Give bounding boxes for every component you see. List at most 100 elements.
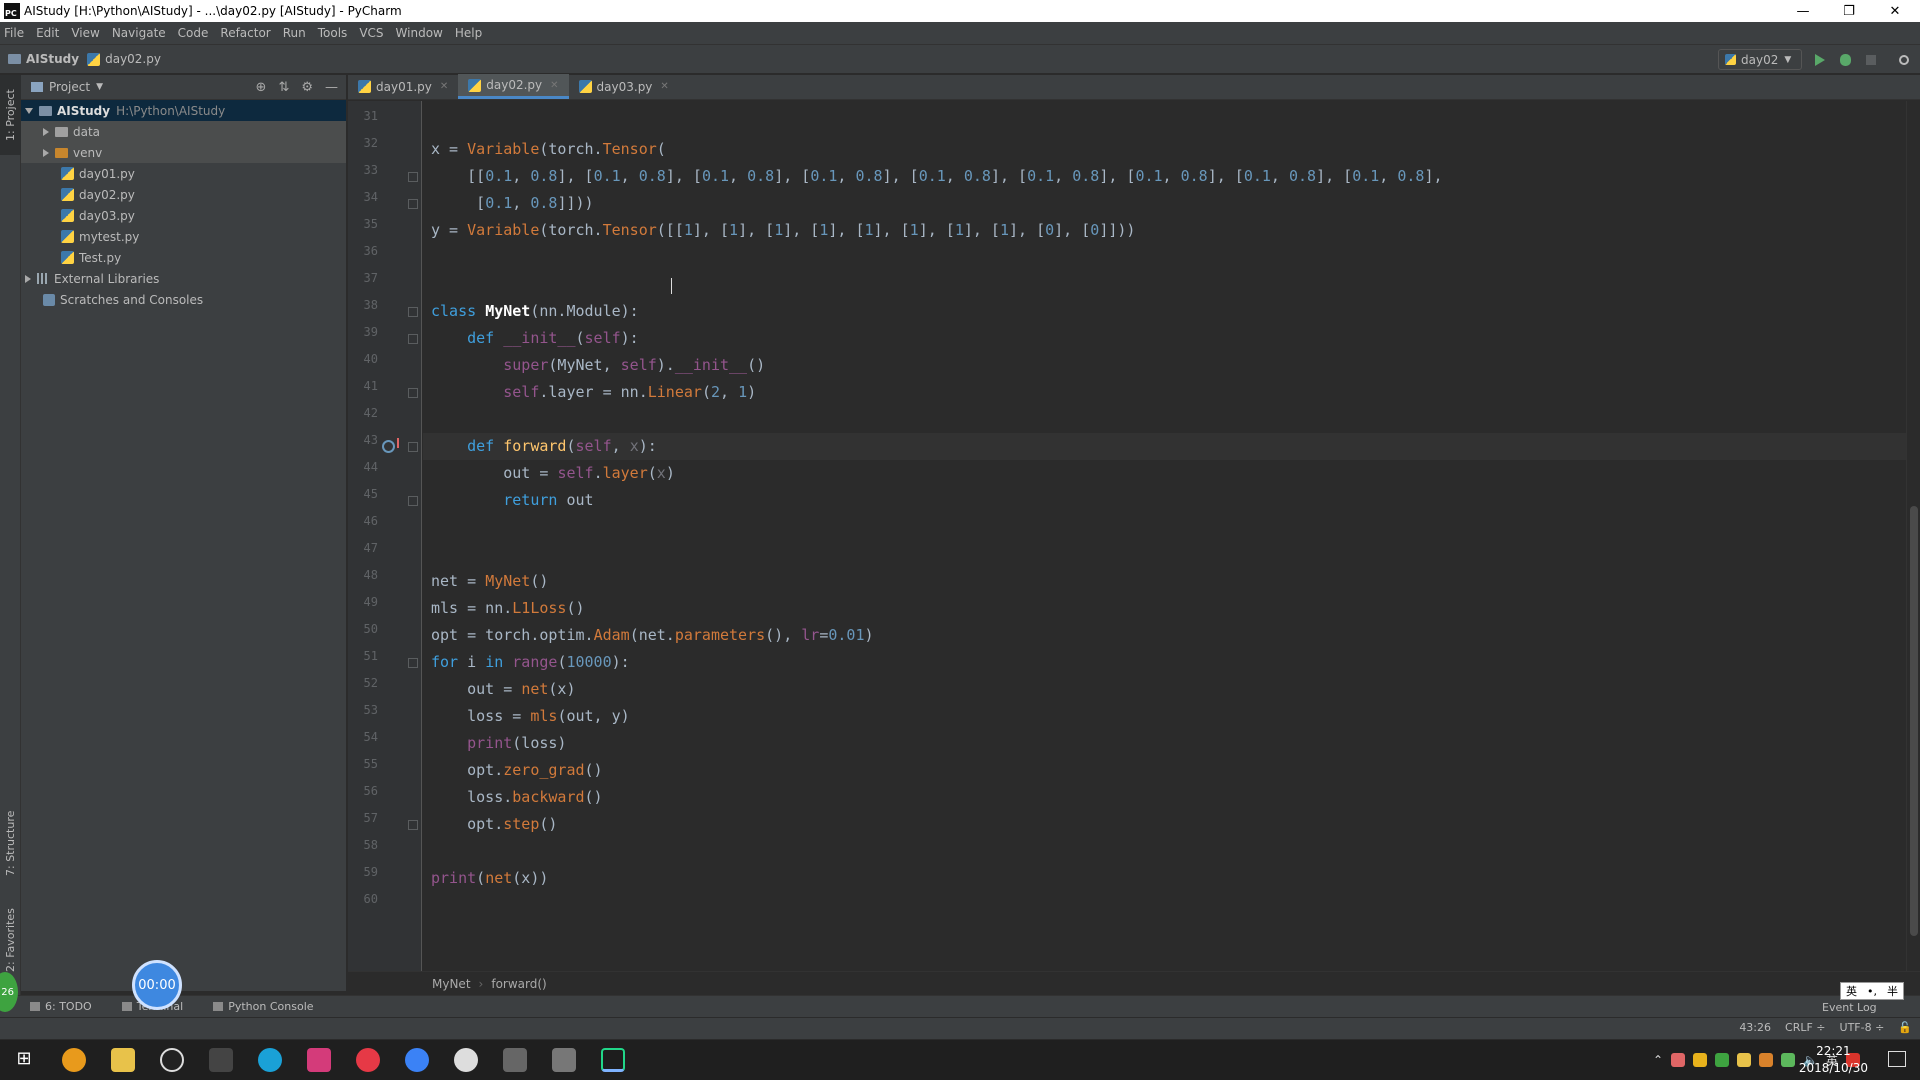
fold-marker-icon[interactable] (408, 658, 418, 668)
close-icon[interactable]: ✕ (1872, 0, 1918, 22)
recording-timer[interactable]: 00:00 (132, 960, 182, 1010)
caret-position[interactable]: 43:26 (1739, 1021, 1771, 1034)
menu-help[interactable]: Help (455, 26, 482, 40)
nav-file-crumb[interactable]: day02.py (87, 52, 161, 66)
app-icon[interactable] (258, 1048, 282, 1072)
ime-toolbar[interactable]: 英 •, 半 (1840, 982, 1904, 1000)
tray-app-icon[interactable] (1693, 1053, 1708, 1067)
tree-item-venv[interactable]: venv (21, 142, 346, 163)
pycharm-taskbar-icon[interactable] (601, 1048, 625, 1072)
tray-app-icon[interactable] (1671, 1053, 1686, 1067)
run-config-dropdown[interactable]: day02 ▼ (1718, 49, 1802, 70)
close-tab-icon[interactable]: ✕ (660, 81, 668, 92)
scrollbar-thumb[interactable] (1910, 506, 1918, 936)
fold-marker-icon[interactable] (408, 442, 418, 452)
nav-project-crumb[interactable]: AIStudy (8, 52, 79, 66)
tree-root-aistudy[interactable]: AIStudy H:\Python\AIStudy (21, 100, 346, 121)
fold-marker-icon[interactable] (408, 820, 418, 830)
menu-refactor[interactable]: Refactor (220, 26, 270, 40)
tree-item-external-libraries[interactable]: External Libraries (21, 268, 346, 289)
menu-file[interactable]: File (4, 26, 24, 40)
collapse-arrow-icon[interactable] (25, 274, 31, 283)
line-separator[interactable]: CRLF ÷ (1785, 1021, 1826, 1034)
close-tab-icon[interactable]: ✕ (550, 80, 558, 91)
chevron-down-icon[interactable]: ▼ (96, 82, 103, 92)
flower-app-icon[interactable] (454, 1048, 478, 1072)
screen-recorder-icon[interactable] (356, 1048, 380, 1072)
unity-icon[interactable] (552, 1048, 576, 1072)
collapse-all-icon[interactable]: ⇅ (278, 80, 289, 95)
project-panel-title[interactable]: Project (49, 80, 90, 94)
tray-app-icon[interactable] (1737, 1053, 1752, 1067)
close-tab-icon[interactable]: ✕ (440, 81, 448, 92)
search-everywhere-button[interactable] (1896, 52, 1912, 68)
tree-item-mytest[interactable]: mytest.py (21, 226, 346, 247)
lock-icon[interactable]: 🔓 (1898, 1021, 1912, 1034)
tool-tab-project[interactable]: 1: Project (0, 75, 21, 155)
hide-panel-icon[interactable]: — (325, 80, 338, 95)
stop-button[interactable] (1863, 52, 1879, 68)
event-log-button[interactable]: Event Log (1822, 1001, 1877, 1014)
breadcrumb-method[interactable]: forward() (491, 977, 546, 991)
sogou-browser-icon[interactable] (405, 1048, 429, 1072)
tree-item-day03[interactable]: day03.py (21, 205, 346, 226)
taskbar-clock[interactable]: 22:21 2018/10/30 (1799, 1043, 1868, 1077)
windows-start-icon[interactable]: ⊞ (12, 1048, 36, 1072)
todo-tool-button[interactable]: 6: TODO (30, 1000, 92, 1013)
breadcrumb-class[interactable]: MyNet (432, 977, 471, 991)
file-encoding[interactable]: UTF-8 ÷ (1840, 1021, 1885, 1034)
menu-tools[interactable]: Tools (318, 26, 348, 40)
python-console-tool-button[interactable]: Python Console (213, 1000, 314, 1013)
menu-window[interactable]: Window (396, 26, 443, 40)
fold-marker-icon[interactable] (408, 307, 418, 317)
tab-day02[interactable]: day02.py ✕ (458, 74, 569, 99)
tool-icon[interactable] (209, 1048, 233, 1072)
shield-icon[interactable] (1715, 1053, 1730, 1067)
code-editor[interactable]: x = Variable(torch.Tensor( [[0.1, 0.8], … (423, 101, 1920, 971)
editor-gutter[interactable]: 31 32 33 34 35 36 37 38 39 40 41 42 43 4… (348, 101, 422, 971)
expand-arrow-icon[interactable] (25, 107, 33, 114)
tree-item-data[interactable]: data (21, 121, 346, 142)
notification-center-icon[interactable] (1888, 1051, 1906, 1067)
fold-marker-icon[interactable] (408, 496, 418, 506)
menu-code[interactable]: Code (178, 26, 209, 40)
fold-marker-icon[interactable] (408, 334, 418, 344)
menu-view[interactable]: View (71, 26, 99, 40)
minimize-icon[interactable]: — (1780, 0, 1826, 22)
fold-marker-icon[interactable] (408, 388, 418, 398)
qq-icon[interactable] (160, 1048, 184, 1072)
menu-navigate[interactable]: Navigate (112, 26, 166, 40)
tree-item-scratches[interactable]: Scratches and Consoles (21, 289, 346, 310)
tray-app-icon[interactable] (1759, 1053, 1774, 1067)
gear-icon[interactable]: ⚙ (301, 80, 313, 95)
tree-item-label: day02.py (79, 187, 135, 202)
media-player-icon[interactable] (307, 1048, 331, 1072)
ime-punct[interactable]: •, (1867, 985, 1877, 998)
ime-width[interactable]: 半 (1887, 983, 1898, 999)
chevron-up-icon[interactable]: ⌃ (1653, 1053, 1663, 1067)
tree-item-day02[interactable]: day02.py (21, 184, 346, 205)
tab-day01[interactable]: day01.py ✕ (348, 74, 458, 99)
menu-run[interactable]: Run (283, 26, 306, 40)
debug-button[interactable] (1837, 52, 1853, 68)
editor-scrollbar[interactable] (1906, 101, 1920, 971)
override-method-icon[interactable] (382, 438, 399, 453)
collapse-arrow-icon[interactable] (43, 148, 49, 157)
ime-lang[interactable]: 英 (1846, 983, 1857, 999)
tray-app-icon[interactable] (1781, 1053, 1796, 1067)
menu-vcs[interactable]: VCS (359, 26, 383, 40)
browser-icon[interactable] (62, 1048, 86, 1072)
unity-icon[interactable] (503, 1048, 527, 1072)
collapse-arrow-icon[interactable] (43, 127, 49, 136)
restore-icon[interactable]: ❐ (1826, 0, 1872, 22)
tool-tab-structure[interactable]: 7: Structure (0, 797, 21, 889)
fold-marker-icon[interactable] (408, 172, 418, 182)
tab-day03[interactable]: day03.py ✕ (569, 74, 679, 99)
menu-edit[interactable]: Edit (36, 26, 59, 40)
tree-item-test[interactable]: Test.py (21, 247, 346, 268)
tree-item-day01[interactable]: day01.py (21, 163, 346, 184)
locate-icon[interactable]: ⊕ (256, 80, 267, 95)
fold-marker-icon[interactable] (408, 199, 418, 209)
file-explorer-icon[interactable] (111, 1048, 135, 1072)
run-button[interactable] (1812, 52, 1828, 68)
